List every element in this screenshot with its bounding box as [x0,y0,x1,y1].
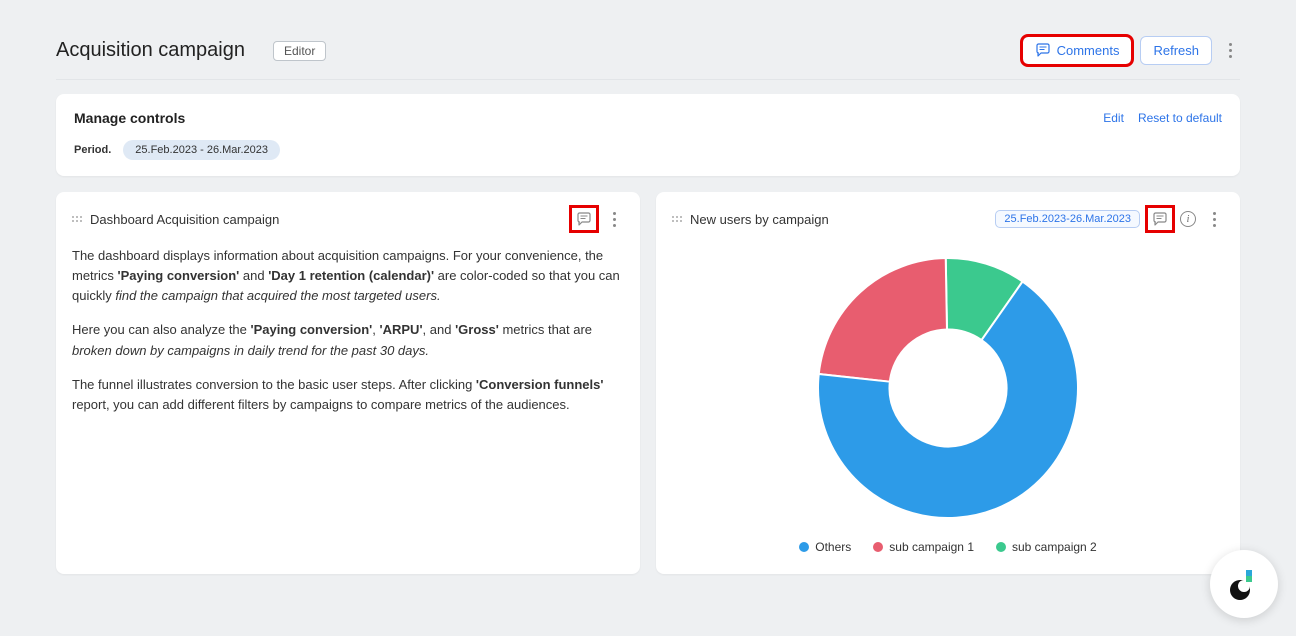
dashboard-description-panel: Dashboard Acquisition campaign The dashb… [56,192,640,574]
donut-chart [808,248,1088,528]
header-more-menu[interactable] [1220,38,1240,64]
panel-more-menu[interactable] [1204,206,1224,232]
swatch-sub2 [996,542,1006,552]
panel-date-range-chip[interactable]: 25.Feb.2023-26.Mar.2023 [995,210,1140,228]
page-header: Acquisition campaign Editor Comments Ref… [56,28,1240,80]
comments-label: Comments [1057,43,1120,58]
comment-icon [576,212,592,227]
panel-body: The dashboard displays information about… [72,246,624,429]
swatch-others [799,542,809,552]
comment-icon [1152,212,1168,227]
edit-link[interactable]: Edit [1103,111,1124,125]
brand-badge [1210,550,1278,618]
editor-badge: Editor [273,41,326,61]
legend-item-sub1[interactable]: sub campaign 1 [873,540,974,554]
manage-controls-card: Manage controls Edit Reset to default Pe… [56,94,1240,176]
panel-title: Dashboard Acquisition campaign [90,212,279,227]
reset-default-link[interactable]: Reset to default [1138,111,1222,125]
page-title: Acquisition campaign [56,39,245,62]
legend-item-sub2[interactable]: sub campaign 2 [996,540,1097,554]
panel-title: New users by campaign [690,212,829,227]
new-users-chart-panel: New users by campaign 25.Feb.2023-26.Mar… [656,192,1240,574]
description-paragraph: The dashboard displays information about… [72,246,624,306]
info-icon[interactable]: i [1180,211,1196,227]
swatch-sub1 [873,542,883,552]
description-paragraph: Here you can also analyze the 'Paying co… [72,320,624,360]
refresh-button[interactable]: Refresh [1140,36,1212,65]
chart-legend: Others sub campaign 1 sub campaign 2 [799,540,1096,554]
refresh-label: Refresh [1153,43,1199,58]
comment-icon [1035,43,1051,58]
panel-comments-button[interactable] [1148,208,1172,230]
period-label: Period. [74,144,111,156]
comments-button[interactable]: Comments [1022,36,1133,65]
description-paragraph: The funnel illustrates conversion to the… [72,375,624,415]
legend-item-others[interactable]: Others [799,540,851,554]
panel-more-menu[interactable] [604,206,624,232]
manage-controls-title: Manage controls [74,110,185,126]
brand-logo-icon [1224,564,1264,604]
panel-comments-button[interactable] [572,208,596,230]
period-chip[interactable]: 25.Feb.2023 - 26.Mar.2023 [123,140,280,160]
drag-handle-icon[interactable] [72,212,82,226]
drag-handle-icon[interactable] [672,212,682,226]
